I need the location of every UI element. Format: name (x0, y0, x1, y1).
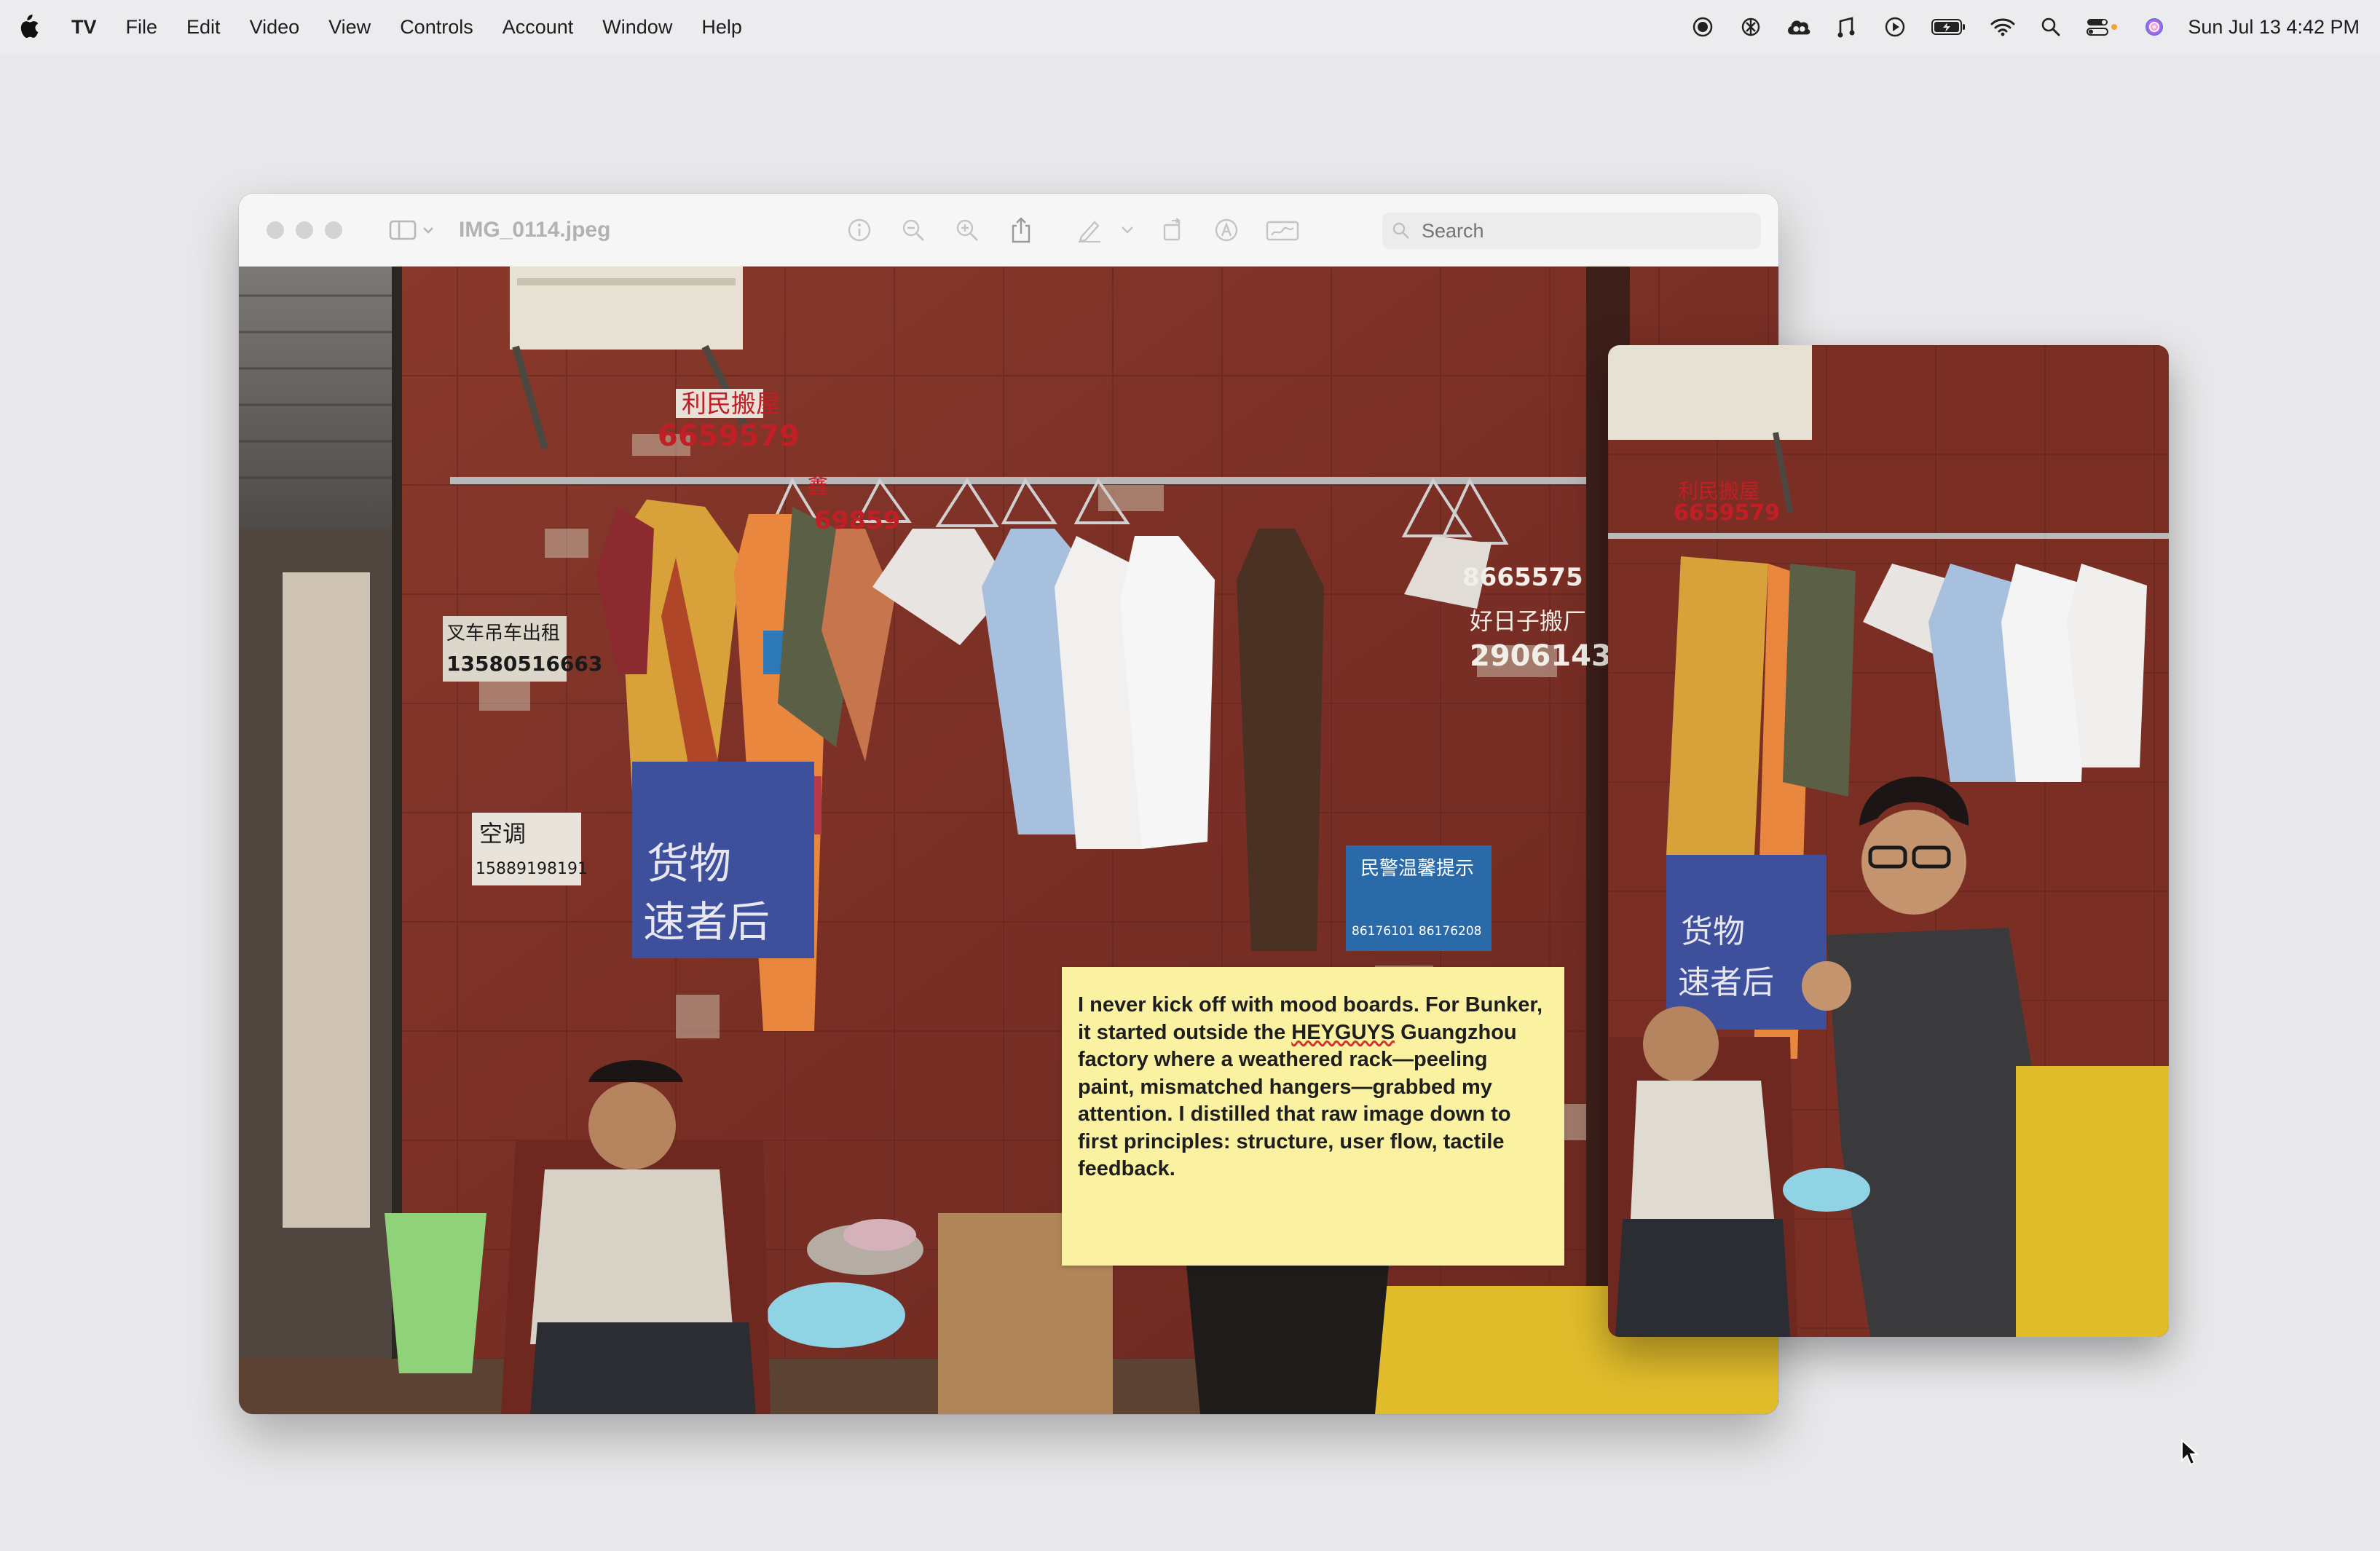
document-title: IMG_0114.jpeg (459, 218, 611, 242)
note-brand: HEYGUYS (1291, 1020, 1395, 1044)
menu-bar-clock[interactable]: Sun Jul 13 4:42 PM (2188, 16, 2360, 39)
portrait-banner-1: 货物 (1681, 913, 1745, 950)
mouse-cursor-icon (2180, 1438, 2199, 1467)
markup-pen-icon[interactable] (1073, 214, 1106, 246)
portrait-photo: 利民搬屋 6659579 货物 速者后 (1608, 345, 2169, 1337)
chatgpt-icon[interactable] (1738, 14, 1764, 40)
note-line: first principles: structure, user flow, … (1078, 1129, 1505, 1153)
sidebar-toggle-button[interactable] (389, 216, 440, 245)
minimize-button[interactable] (296, 221, 313, 239)
menu-window[interactable]: Window (602, 16, 672, 39)
sign-mid-name: 鑫 (807, 474, 829, 500)
wifi-icon[interactable] (1990, 14, 2016, 40)
preview-toolbar (843, 194, 1323, 267)
banner-text-2: 速者后 (643, 897, 770, 947)
zoom-in-icon[interactable] (951, 214, 983, 246)
share-icon[interactable] (1005, 214, 1037, 246)
note-line: feedback. (1078, 1157, 1175, 1180)
chevron-down-icon[interactable] (1120, 214, 1135, 246)
note-overlay: I never kick off with mood boards. For B… (1062, 967, 1564, 1266)
sign-kongtiao-phone: 15889198191 (476, 860, 588, 878)
rotate-icon[interactable] (1156, 214, 1189, 246)
control-center-icon[interactable] (2086, 14, 2119, 40)
play-icon[interactable] (1882, 14, 1908, 40)
note-line: I never kick off with mood boards. For B… (1078, 993, 1543, 1017)
sign-mid-phone: 69859 (814, 506, 900, 535)
sign-top-phone: 6659579 (658, 419, 800, 453)
search-icon (1382, 221, 1420, 240)
window-controls (267, 221, 354, 239)
menu-app-name[interactable]: TV (71, 16, 97, 39)
siri-icon[interactable] (2141, 14, 2167, 40)
screen-record-icon[interactable] (1690, 14, 1716, 40)
portrait-banner-2: 速者后 (1678, 964, 1774, 1001)
zoom-button[interactable] (325, 221, 342, 239)
note-line: attention. I distilled that raw image do… (1078, 1102, 1511, 1126)
menu-bar: TV File Edit Video View Controls Account… (0, 0, 2380, 54)
search-field[interactable] (1382, 213, 1761, 249)
sidebar-icon (389, 220, 433, 240)
menu-view[interactable]: View (328, 16, 371, 39)
battery-icon[interactable] (1930, 14, 1968, 40)
info-icon[interactable] (843, 214, 875, 246)
sign-taxi: 叉车吊车出租 (446, 623, 560, 644)
sign-taxi-phone: 13580516663 (446, 652, 602, 676)
annotate-icon[interactable] (1210, 214, 1242, 246)
menu-video[interactable]: Video (250, 16, 300, 39)
sign-blue-title: 民警温馨提示 (1360, 858, 1474, 880)
note-line: it started outside the (1078, 1020, 1292, 1044)
sign-top-name: 利民搬屋 (682, 390, 781, 419)
note-line: factory where a weathered rack—peeling (1078, 1048, 1488, 1071)
banner-text-1: 货物 (647, 839, 731, 888)
search-input[interactable] (1420, 216, 1743, 246)
zoom-out-icon[interactable] (897, 214, 929, 246)
menu-help[interactable]: Help (701, 16, 742, 39)
note-line: paint, mismatched hangers—grabbed my (1078, 1075, 1492, 1099)
note-line: Guangzhou (1395, 1020, 1517, 1044)
music-recognition-icon[interactable] (1834, 14, 1860, 40)
menu-edit[interactable]: Edit (186, 16, 221, 39)
menu-account[interactable]: Account (503, 16, 574, 39)
menu-controls[interactable]: Controls (400, 16, 473, 39)
sign-haorizi: 好日子搬厂 (1470, 607, 1586, 635)
spotlight-search-icon[interactable] (2038, 14, 2064, 40)
menu-file[interactable]: File (126, 16, 158, 39)
window-titlebar: IMG_0114.jpeg (239, 194, 1778, 267)
sign-kongtiao: 空调 (479, 820, 526, 848)
apple-menu-icon[interactable] (17, 14, 39, 40)
note-text: I never kick off with mood boards. For B… (1078, 992, 1548, 1183)
sign-blue-phone: 86176101 86176208 (1352, 924, 1481, 939)
close-button[interactable] (267, 221, 284, 239)
creative-cloud-icon[interactable] (1786, 14, 1812, 40)
portrait-sign-phone: 6659579 (1674, 500, 1780, 526)
signature-icon[interactable] (1264, 214, 1301, 246)
sign-right-phone: 8665575 (1462, 563, 1583, 592)
